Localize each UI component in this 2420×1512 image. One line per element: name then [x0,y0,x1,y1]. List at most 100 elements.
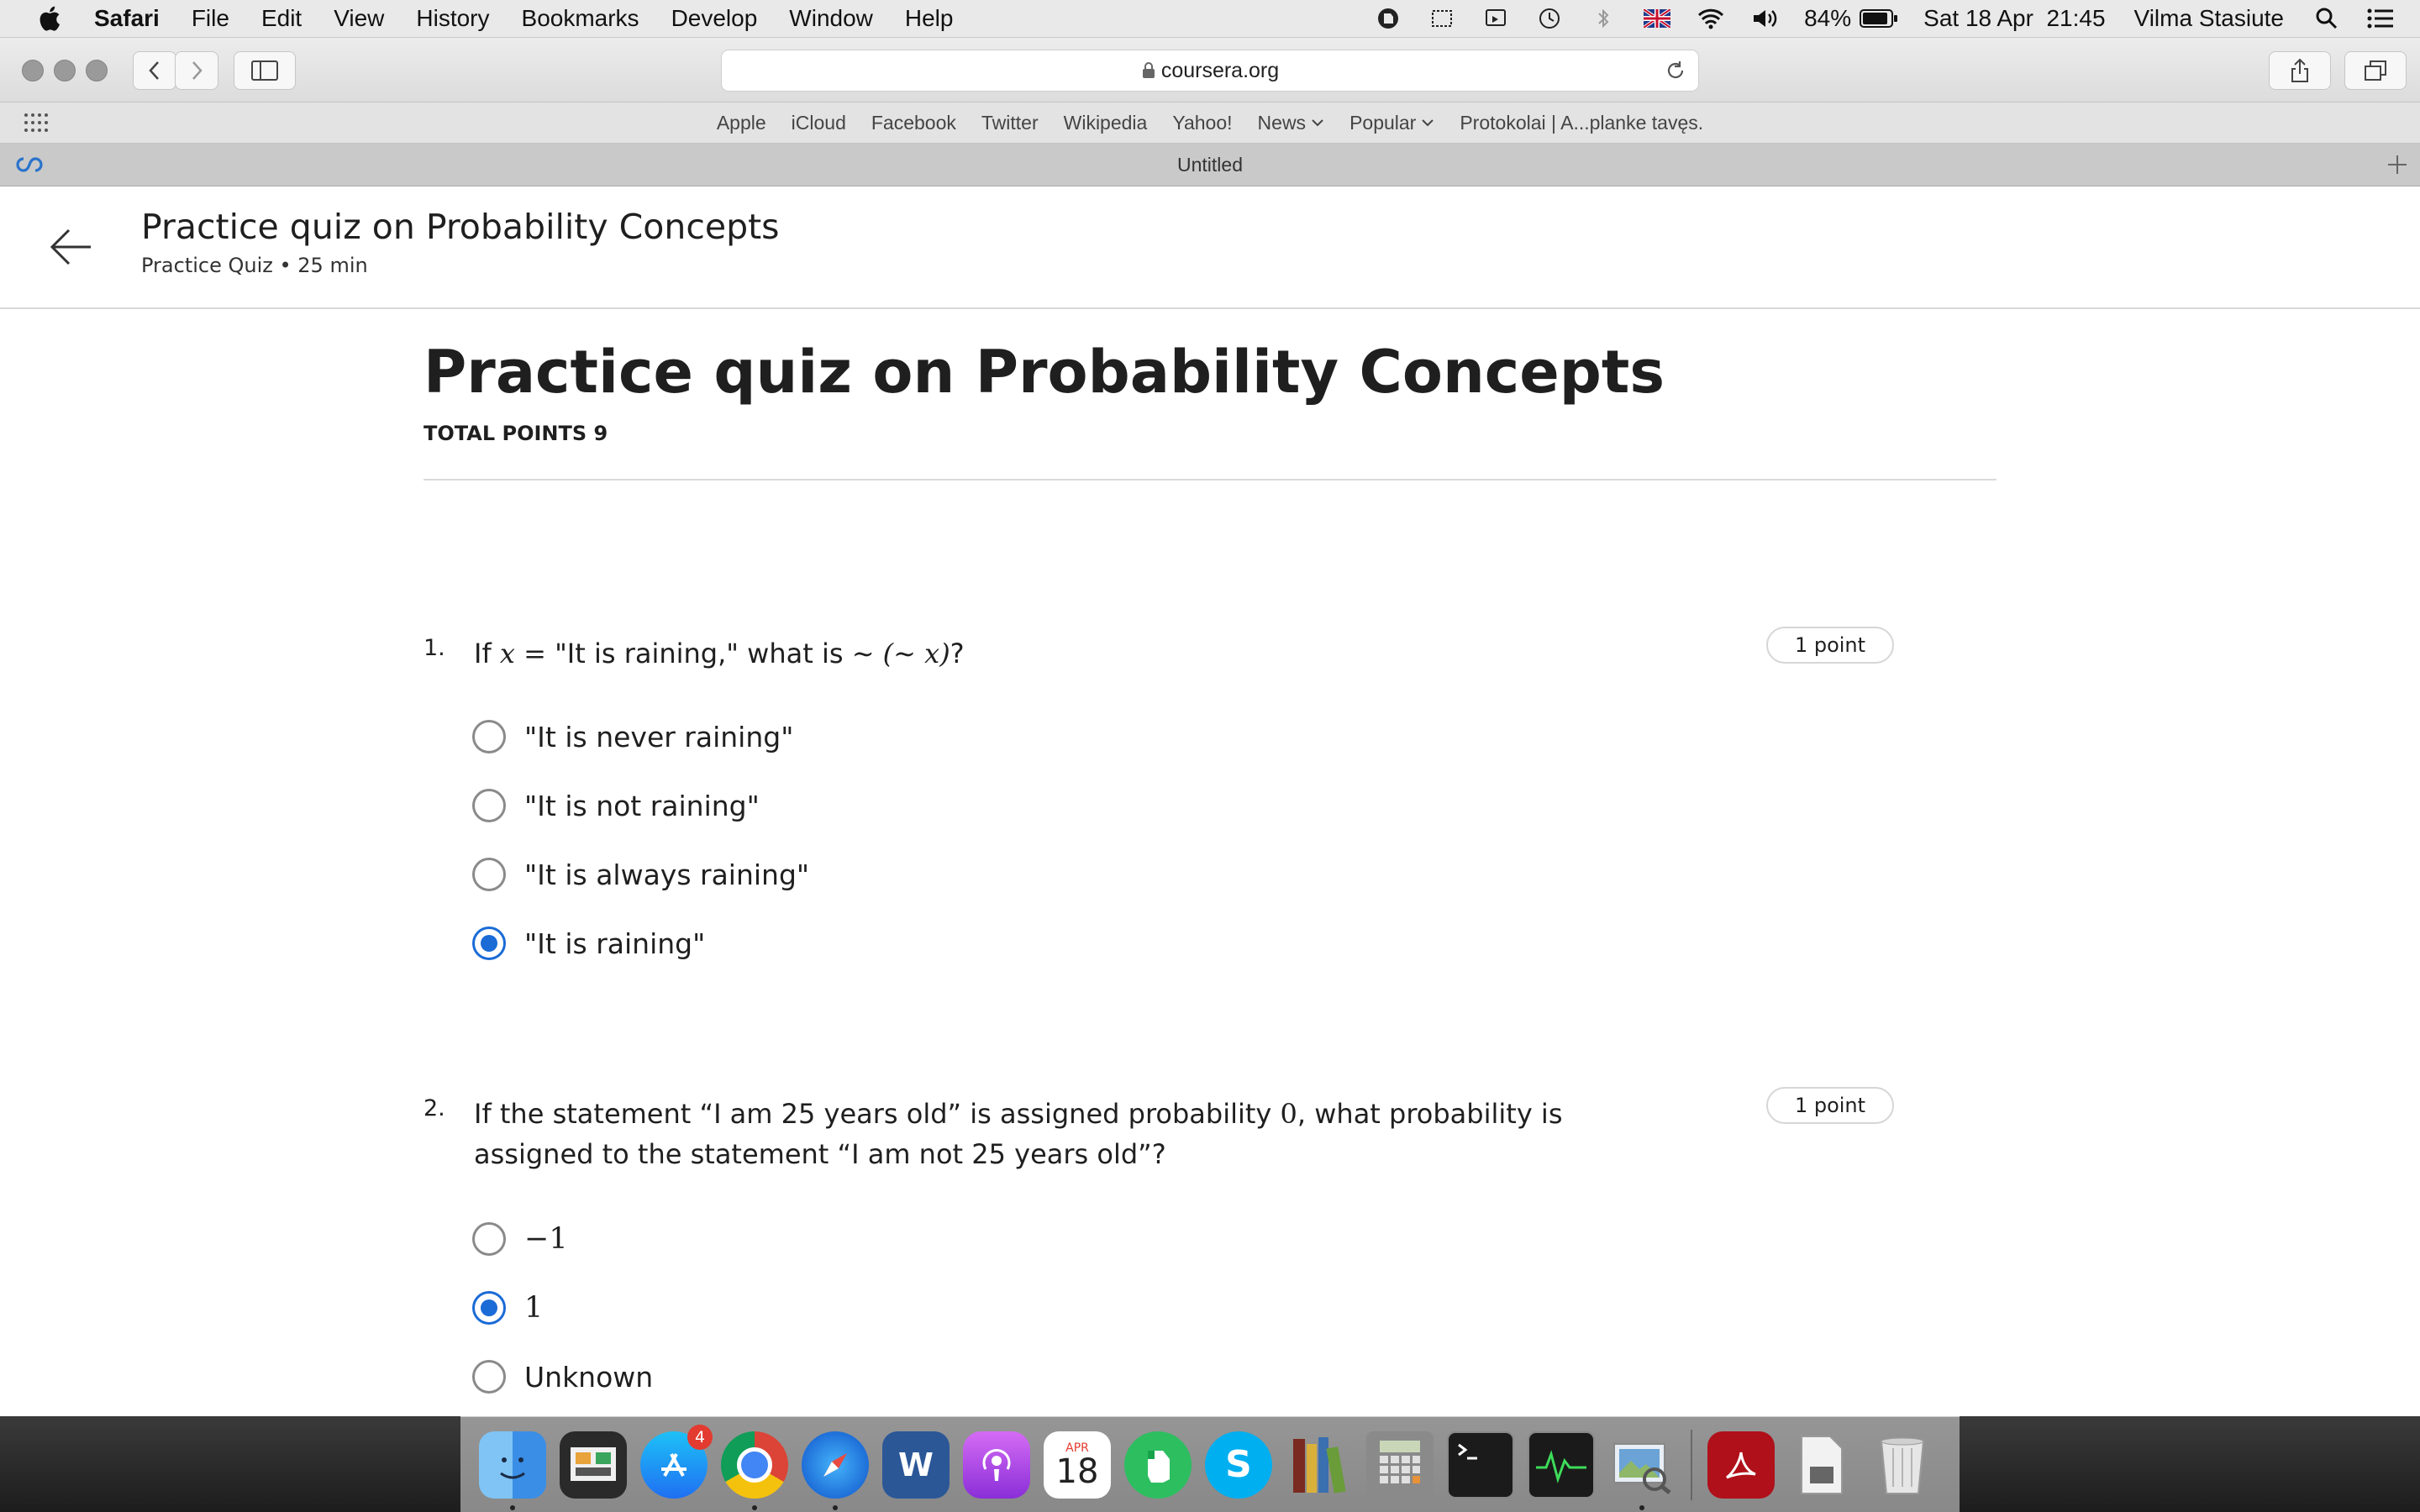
share-icon [2291,58,2308,82]
activity-monitor-icon[interactable] [1528,1431,1595,1499]
chevron-down-icon [1422,119,1434,127]
sidebar-icon [251,60,278,81]
back-button[interactable] [133,51,176,90]
tab-bar: Untitled [0,144,2420,186]
bluetooth-icon[interactable] [1589,6,1618,31]
header-title: Practice quiz on Probability Concepts [141,207,780,247]
menubar-user[interactable]: Vilma Stasiute [2134,5,2284,32]
radio-button-checked[interactable] [472,1291,506,1325]
bookmark-folder-popular[interactable]: Popular [1349,112,1434,134]
web-page: Practice quiz on Probability Concepts Pr… [0,186,2420,1416]
app-store-icon[interactable]: 4 [640,1424,713,1499]
bookmark-twitter[interactable]: Twitter [981,112,1039,134]
radio-button-checked[interactable] [472,927,506,960]
menu-view[interactable]: View [334,5,384,32]
bookmark-apple[interactable]: Apple [717,112,766,134]
evernote-tray-icon[interactable] [1374,6,1402,31]
bookmark-facebook[interactable]: Facebook [871,112,956,134]
option-label: 1 [524,1291,544,1325]
menu-edit[interactable]: Edit [261,5,302,32]
answer-option[interactable]: Unknown [472,1356,653,1398]
option-label: −1 [524,1222,568,1256]
close-window-button[interactable] [22,60,44,81]
question-text-prefix: If [474,638,500,669]
bookmark-folder-news[interactable]: News [1258,112,1325,134]
bookmark-protokolai[interactable]: Protokolai | A...planke tavęs. [1460,112,1703,134]
chrome-icon[interactable] [721,1431,788,1510]
document-file-icon[interactable] [1788,1431,1855,1499]
preview-icon[interactable] [1608,1431,1676,1510]
option-label: "It is not raining" [524,789,760,822]
calendar-icon[interactable]: APR 18 [1044,1431,1111,1499]
bookmark-icloud[interactable]: iCloud [792,112,846,134]
menu-app-name[interactable]: Safari [94,5,160,32]
apple-icon[interactable] [35,4,62,33]
screenshot-tray-icon[interactable] [1428,6,1456,31]
zoom-window-button[interactable] [86,60,108,81]
menu-window[interactable]: Window [789,5,873,32]
chevron-down-icon [1312,119,1323,127]
podcasts-icon[interactable] [963,1431,1030,1499]
tabs-overview-icon [2365,60,2386,81]
menu-file[interactable]: File [192,5,229,32]
arrow-left-icon[interactable] [45,222,96,272]
calculator-icon[interactable] [1366,1431,1434,1499]
share-button[interactable] [2269,51,2331,90]
lock-icon [1142,62,1155,78]
chevron-left-icon [149,61,159,80]
notification-center-icon[interactable] [2366,6,2395,31]
answer-option-selected[interactable]: "It is raining" [472,922,705,964]
address-bar[interactable]: coursera.org [721,50,1699,92]
photo-booth-icon[interactable] [560,1431,627,1499]
calendar-day: 18 [1055,1452,1099,1491]
menu-bookmarks[interactable]: Bookmarks [522,5,639,32]
spotlight-search-icon[interactable] [2312,6,2341,31]
answer-option[interactable]: "It is never raining" [472,716,793,758]
radio-button[interactable] [472,1222,506,1256]
answer-option[interactable]: −1 [472,1218,568,1260]
menu-history[interactable]: History [416,5,489,32]
terminal-icon[interactable] [1447,1431,1514,1499]
chevron-right-icon [192,61,203,80]
menu-develop[interactable]: Develop [671,5,758,32]
radio-button[interactable] [472,1360,506,1394]
volume-icon[interactable] [1750,6,1779,31]
wifi-icon[interactable] [1697,6,1725,31]
radio-button[interactable] [472,858,506,891]
calibre-icon[interactable] [1286,1431,1353,1499]
sidebar-toggle-button[interactable] [234,51,296,90]
active-tab-title[interactable]: Untitled [1177,154,1243,176]
show-tabs-button[interactable] [2344,51,2407,90]
new-tab-plus-icon[interactable] [2386,154,2408,176]
trash-icon[interactable] [1869,1431,1936,1499]
skype-icon[interactable]: S [1205,1431,1272,1499]
dock-separator [1691,1429,1692,1500]
question-text: If x = "It is raining," what is ∼ (∼ x)? [474,633,1650,674]
acrobat-reader-icon[interactable] [1707,1431,1775,1499]
airplay-tray-icon[interactable] [1481,6,1510,31]
bookmark-popular-label: Popular [1349,111,1417,134]
bookmark-wikipedia[interactable]: Wikipedia [1064,112,1148,134]
menubar-clock[interactable]: Sat 18 Apr 21:45 [1923,5,2105,32]
answer-option[interactable]: "It is always raining" [472,853,809,895]
answer-option[interactable]: "It is not raining" [472,785,760,827]
battery-icon[interactable] [1860,6,1898,31]
reload-icon[interactable] [1665,60,1686,81]
time-machine-icon[interactable] [1535,6,1564,31]
forward-button[interactable] [175,51,218,90]
radio-button[interactable] [472,720,506,753]
menu-help[interactable]: Help [905,5,954,32]
points-badge: 1 point [1766,627,1894,664]
bookmark-yahoo[interactable]: Yahoo! [1172,112,1232,134]
header-subtitle: Practice Quiz • 25 min [141,254,368,277]
uk-flag-icon[interactable] [1643,6,1671,31]
question-text-suffix: ? [950,638,965,669]
top-sites-grid-icon[interactable] [24,113,49,133]
safari-icon[interactable] [802,1431,869,1510]
finder-icon[interactable] [479,1431,546,1510]
answer-option-selected[interactable]: 1 [472,1287,543,1329]
evernote-icon[interactable] [1124,1431,1192,1499]
radio-button[interactable] [472,789,506,822]
minimize-window-button[interactable] [54,60,76,81]
microsoft-word-icon[interactable]: W [882,1431,950,1499]
